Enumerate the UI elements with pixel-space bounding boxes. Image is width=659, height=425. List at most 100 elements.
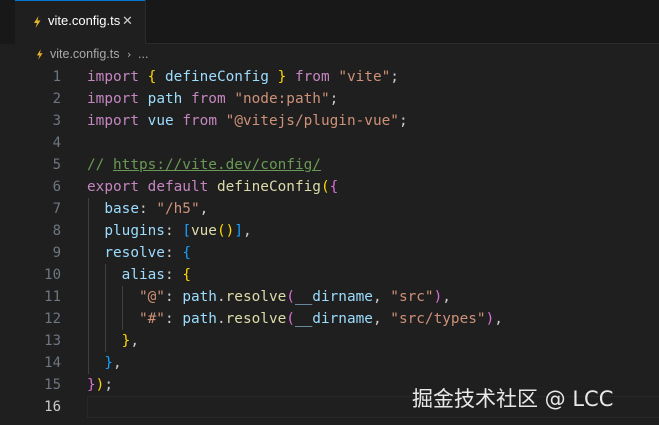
- code-token: :: [138, 201, 157, 217]
- code-line[interactable]: 7 base: "/h5",: [0, 198, 659, 220]
- code-token: "node:path": [234, 91, 330, 107]
- tab-vite-config[interactable]: vite.config.ts ✕: [15, 0, 145, 44]
- breadcrumb-more[interactable]: ...: [138, 47, 148, 61]
- code-token: "vite": [338, 69, 391, 85]
- code-text: base: "/h5",: [87, 198, 208, 220]
- code-editor[interactable]: 1 import { defineConfig } from "vite"; 2 im…: [0, 66, 659, 425]
- code-line[interactable]: 6 export default defineConfig({: [0, 176, 659, 198]
- line-number: 2: [52, 91, 61, 107]
- line-number: 16: [44, 399, 61, 415]
- code-line[interactable]: 4: [0, 132, 659, 154]
- code-token: :: [164, 289, 183, 305]
- code-token: export: [87, 179, 139, 195]
- code-text: });: [87, 374, 113, 396]
- code-line[interactable]: 12 "#": path.resolve(__dirname, "src/typ…: [0, 308, 659, 330]
- code-token: (: [286, 311, 295, 327]
- chevron-right-icon: ›: [127, 48, 132, 61]
- code-token: "src/types": [390, 311, 486, 327]
- code-token: https://vite.dev/config/: [113, 157, 321, 173]
- code-token: alias: [121, 267, 165, 283]
- code-token: import: [87, 91, 139, 107]
- line-number: 13: [44, 333, 61, 349]
- code-token: ,: [494, 311, 503, 327]
- line-number: 10: [44, 267, 61, 283]
- line-number: 7: [52, 201, 61, 217]
- code-token: path: [147, 91, 183, 107]
- code-token: "@": [138, 289, 165, 305]
- code-token: ]: [234, 223, 243, 239]
- breadcrumb-file[interactable]: vite.config.ts: [50, 47, 119, 61]
- code-token: path: [182, 289, 217, 305]
- code-token: import: [87, 113, 139, 129]
- code-text: "#": path.resolve(__dirname, "src/types"…: [87, 308, 503, 330]
- code-token: :: [164, 267, 183, 283]
- line-number: 15: [44, 377, 61, 393]
- code-line[interactable]: 10 alias: {: [0, 264, 659, 286]
- code-token: __dirname: [294, 289, 373, 305]
- code-text: },: [87, 330, 139, 352]
- code-token: ,: [130, 333, 139, 349]
- code-token: defineConfig: [165, 69, 269, 85]
- code-token: ,: [242, 223, 252, 239]
- code-token: ,: [372, 289, 391, 305]
- code-token: ): [485, 311, 495, 327]
- code-token: :: [164, 223, 183, 239]
- line-number: 4: [52, 135, 61, 151]
- code-line[interactable]: 1 import { defineConfig } from "vite";: [0, 66, 659, 88]
- typescript-file-icon: [36, 49, 43, 60]
- code-token: (): [216, 223, 235, 239]
- code-token: from: [190, 91, 226, 107]
- code-token: :: [164, 311, 183, 327]
- line-number: 12: [44, 311, 61, 327]
- code-token: default: [147, 179, 209, 195]
- code-token: ;: [390, 69, 399, 85]
- line-number: 8: [52, 223, 61, 239]
- code-line[interactable]: 9 resolve: {: [0, 242, 659, 264]
- code-text: import path from "node:path";: [87, 88, 338, 110]
- code-token: plugins: [104, 223, 165, 239]
- code-token: from: [294, 69, 330, 85]
- line-number: 5: [52, 157, 61, 173]
- code-line[interactable]: 13 },: [0, 330, 659, 352]
- code-token: from: [182, 113, 217, 129]
- code-token: "#": [138, 311, 165, 327]
- code-token: ;: [398, 113, 408, 129]
- code-token: //: [87, 157, 113, 173]
- code-line[interactable]: 8 plugins: [vue()],: [0, 220, 659, 242]
- breadcrumb: vite.config.ts › ...: [0, 44, 659, 66]
- code-token: "/h5": [156, 201, 200, 217]
- code-text: "@": path.resolve(__dirname, "src"),: [87, 286, 451, 308]
- code-line[interactable]: 14 },: [0, 352, 659, 374]
- code-line[interactable]: 3 import vue from "@vitejs/plugin-vue";: [0, 110, 659, 132]
- code-line[interactable]: 11 "@": path.resolve(__dirname, "src"),: [0, 286, 659, 308]
- code-token: resolve: [104, 245, 165, 261]
- watermark: 掘金技术社区 @ LCC: [412, 387, 614, 411]
- code-token: .: [216, 289, 226, 305]
- code-token: }: [87, 377, 96, 393]
- code-line[interactable]: 2 import path from "node:path";: [0, 88, 659, 110]
- line-number: 9: [52, 245, 61, 261]
- code-text: resolve: {: [87, 242, 191, 264]
- code-token: {: [182, 267, 191, 283]
- code-token: ;: [329, 91, 339, 107]
- code-token: "src": [390, 289, 434, 305]
- code-text: import { defineConfig } from "vite";: [87, 66, 399, 88]
- code-token: (: [286, 289, 295, 305]
- close-icon[interactable]: ✕: [122, 13, 133, 31]
- code-token: }: [104, 355, 113, 371]
- code-line[interactable]: 5 // https://vite.dev/config/: [0, 154, 659, 176]
